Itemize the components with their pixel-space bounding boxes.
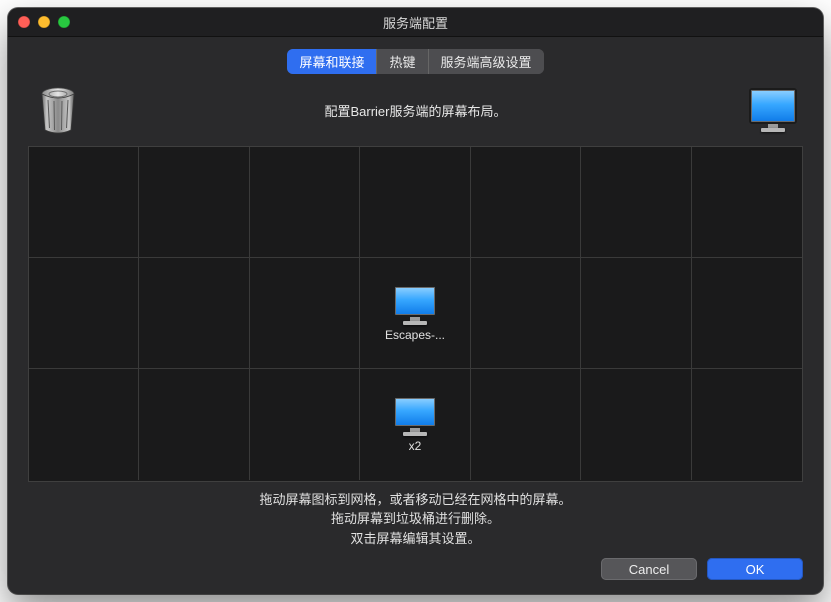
tab-advanced-settings[interactable]: 服务端高级设置 [429, 49, 544, 74]
grid-cell[interactable] [471, 147, 581, 258]
monitor-icon[interactable] [393, 396, 437, 436]
ok-button[interactable]: OK [707, 558, 803, 580]
grid-cell-screen[interactable]: x2 [360, 369, 470, 480]
content-area: 屏幕和联接 热键 服务端高级设置 [8, 37, 823, 594]
help-line-2: 拖动屏幕到垃圾桶进行删除。 [28, 509, 803, 529]
monitor-icon [749, 88, 797, 132]
grid-cell[interactable] [471, 258, 581, 369]
help-line-1: 拖动屏幕图标到网格，或者移动已经在网格中的屏幕。 [28, 490, 803, 510]
help-text: 拖动屏幕图标到网格，或者移动已经在网格中的屏幕。 拖动屏幕到垃圾桶进行删除。 双… [28, 490, 803, 549]
dialog-footer: Cancel OK [28, 558, 803, 580]
grid-cell[interactable] [250, 147, 360, 258]
screen-grid[interactable]: Escapes-... x2 [28, 146, 803, 482]
trash-drop-target[interactable] [28, 84, 88, 136]
grid-cell[interactable] [250, 369, 360, 480]
top-row: 配置Barrier服务端的屏幕布局。 [28, 84, 803, 136]
grid-cell[interactable] [692, 258, 802, 369]
grid-cell[interactable] [581, 369, 691, 480]
grid-cell[interactable] [581, 147, 691, 258]
grid-cell[interactable] [581, 258, 691, 369]
layout-instruction: 配置Barrier服务端的屏幕布局。 [104, 101, 727, 120]
grid-cell[interactable] [139, 369, 249, 480]
cancel-button[interactable]: Cancel [601, 558, 697, 580]
window-title: 服务端配置 [8, 13, 823, 32]
grid-cell[interactable] [692, 147, 802, 258]
screen-prototype[interactable] [743, 88, 803, 132]
grid-cell[interactable] [29, 258, 139, 369]
help-line-3: 双击屏幕编辑其设置。 [28, 529, 803, 549]
trash-icon [36, 84, 80, 136]
zoom-button[interactable] [58, 16, 70, 28]
traffic-lights [18, 16, 70, 28]
tab-screens-and-links[interactable]: 屏幕和联接 [287, 49, 377, 74]
titlebar: 服务端配置 [8, 8, 823, 37]
close-button[interactable] [18, 16, 30, 28]
grid-cell[interactable] [360, 147, 470, 258]
grid-cell[interactable] [139, 258, 249, 369]
grid-cell[interactable] [471, 369, 581, 480]
grid-cell[interactable] [29, 369, 139, 480]
screen-label: Escapes-... [385, 328, 445, 342]
tab-bar: 屏幕和联接 热键 服务端高级设置 [287, 49, 543, 74]
grid-cell-screen[interactable]: Escapes-... [360, 258, 470, 369]
tab-hotkeys[interactable]: 热键 [377, 49, 428, 74]
server-config-window: 服务端配置 屏幕和联接 热键 服务端高级设置 [8, 8, 823, 594]
minimize-button[interactable] [38, 16, 50, 28]
grid-cell[interactable] [250, 258, 360, 369]
screen-label: x2 [409, 439, 422, 453]
grid-cell[interactable] [29, 147, 139, 258]
monitor-icon[interactable] [393, 285, 437, 325]
grid-cell[interactable] [692, 369, 802, 480]
grid-cell[interactable] [139, 147, 249, 258]
